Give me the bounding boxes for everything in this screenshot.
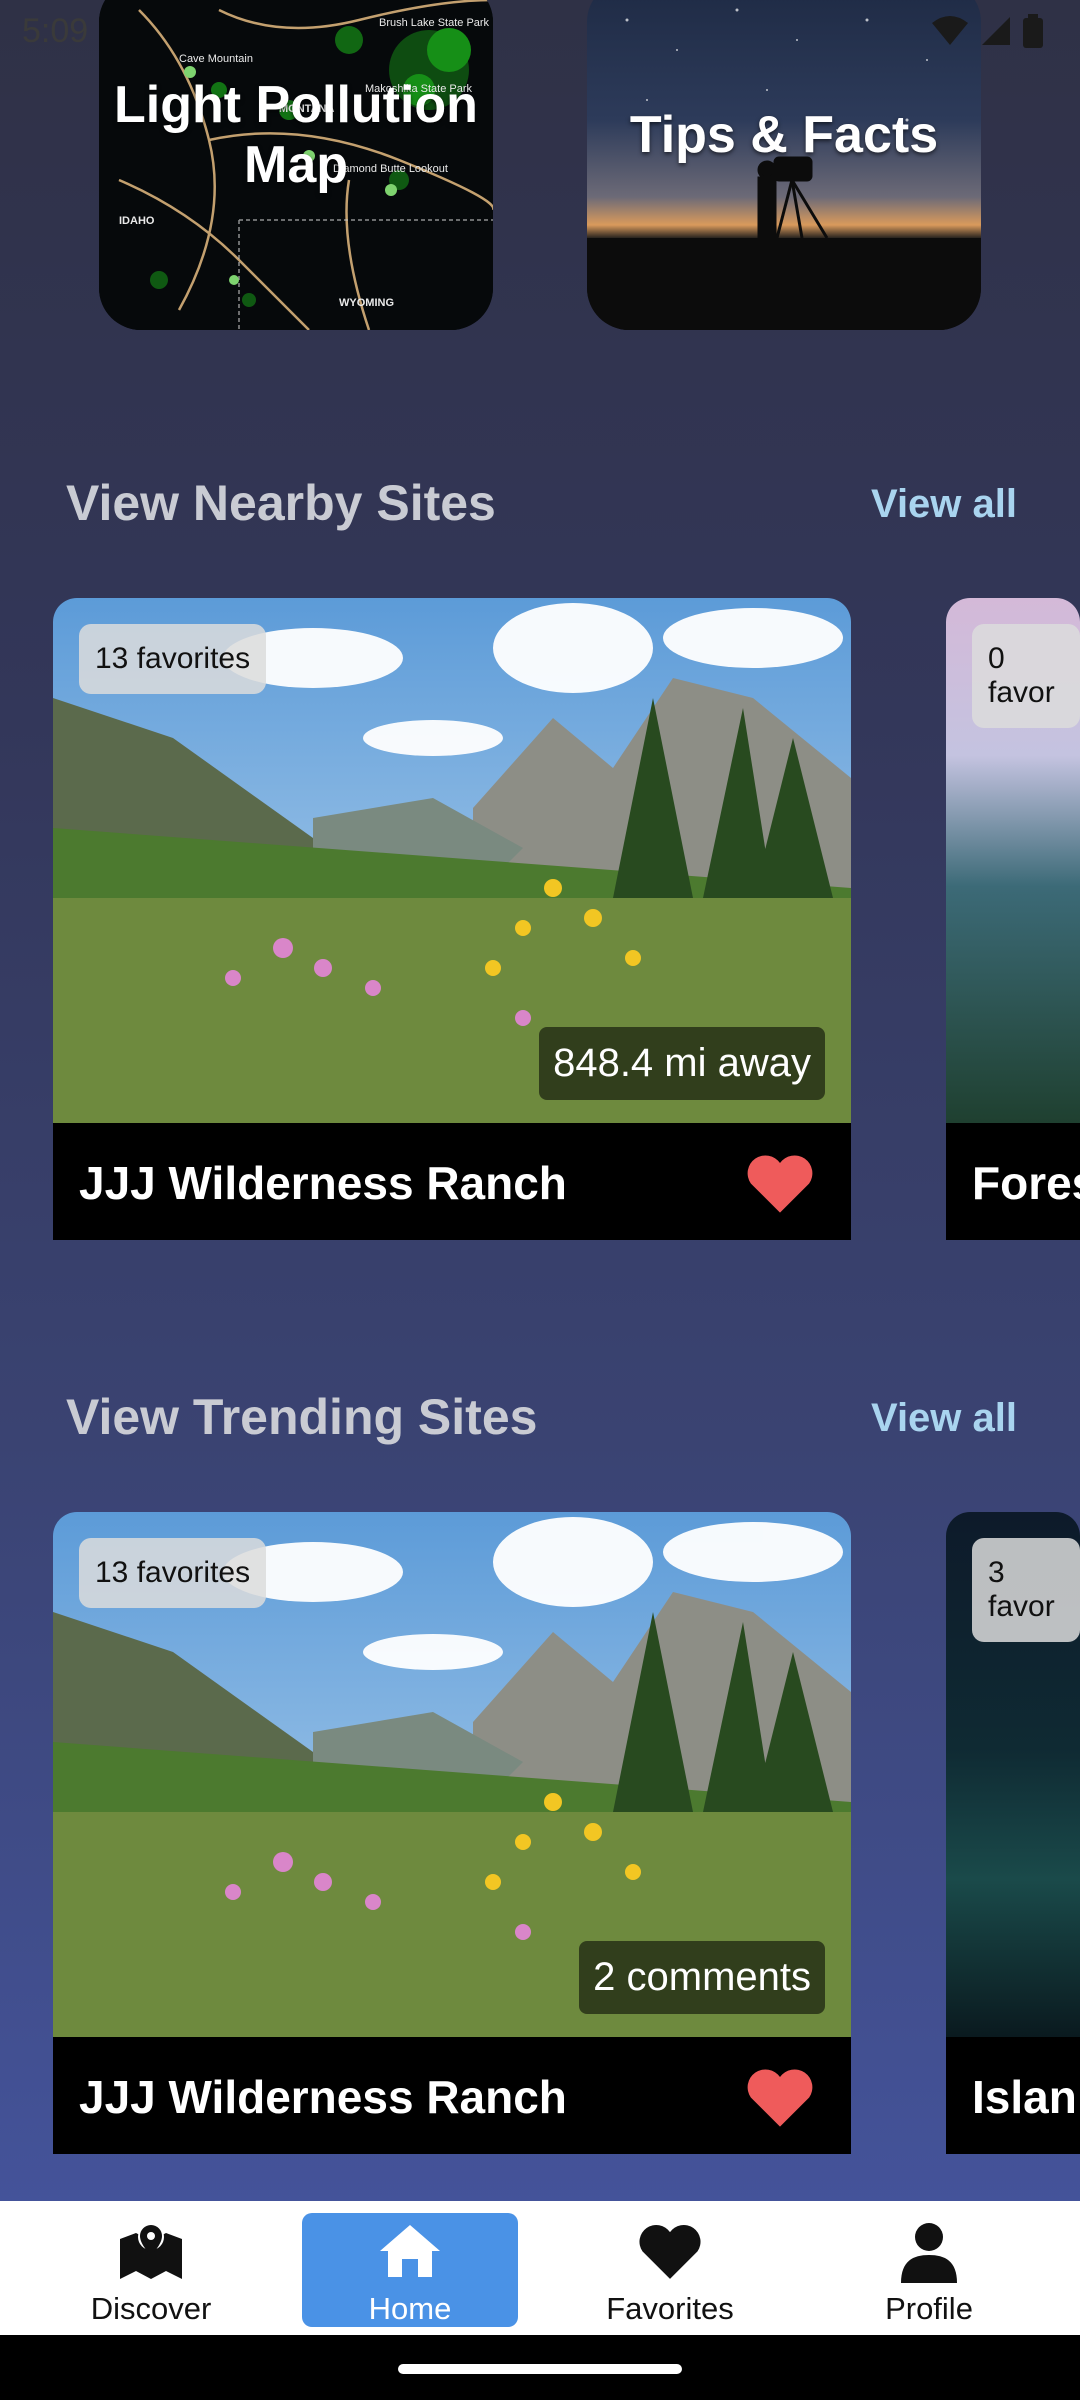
nav-label: Profile xyxy=(885,2291,973,2326)
heart-icon xyxy=(639,2224,701,2279)
tile-title: Light Pollution Map xyxy=(114,76,478,194)
card-footer: JJJ Wilderness Ranch xyxy=(53,1123,851,1240)
site-name: JJJ Wilderness Ranch xyxy=(79,2071,567,2123)
nav-favorites[interactable]: Favorites xyxy=(562,2213,778,2327)
trending-site-card[interactable]: 13 favorites 2 comments JJJ Wilderness R… xyxy=(53,1512,851,2154)
status-bar: 5:09 xyxy=(0,0,1080,64)
favorites-count-badge: 13 favorites xyxy=(79,1538,267,1608)
nearby-view-all-link[interactable]: View all xyxy=(871,482,1017,527)
map-icon xyxy=(120,2224,182,2279)
site-name: JJJ Wilderness Ranch xyxy=(79,1157,567,1209)
person-icon xyxy=(901,2223,957,2283)
distance-badge: 848.4 mi away xyxy=(539,1027,825,1100)
status-icons xyxy=(930,14,1044,48)
tile-title: Tips & Facts xyxy=(629,106,939,164)
card-footer: JJJ Wilderness Ranch xyxy=(53,2037,851,2154)
home-gesture-handle[interactable] xyxy=(398,2364,682,2374)
heart-icon[interactable] xyxy=(745,1151,815,1213)
nav-label: Home xyxy=(368,2291,452,2326)
site-name: Fores xyxy=(972,1157,1080,1209)
favorites-count-badge: 3 favor xyxy=(972,1538,1080,1642)
nearby-site-card[interactable]: 13 favorites 848.4 mi away JJJ Wildernes… xyxy=(53,598,851,1240)
map-label: IDAHO xyxy=(119,215,155,227)
signal-icon xyxy=(982,17,1010,45)
nearby-site-card[interactable]: 0 favor Fores xyxy=(946,598,1080,1240)
nav-discover[interactable]: Discover xyxy=(43,2213,259,2327)
nav-profile[interactable]: Profile xyxy=(821,2213,1037,2327)
nav-label: Discover xyxy=(90,2291,212,2326)
nav-label: Favorites xyxy=(606,2291,734,2326)
battery-icon xyxy=(1023,14,1043,48)
comments-badge: 2 comments xyxy=(579,1941,825,2014)
site-name: Islan xyxy=(972,2071,1077,2123)
nav-home[interactable]: Home xyxy=(302,2213,518,2327)
favorites-count-badge: 13 favorites xyxy=(79,624,267,694)
status-time: 5:09 xyxy=(22,12,89,50)
nearby-section-title: View Nearby Sites xyxy=(66,475,496,531)
card-footer: Islan xyxy=(946,2037,1080,2154)
trending-site-card[interactable]: 3 favor Islan xyxy=(946,1512,1080,2154)
wifi-icon xyxy=(932,16,968,45)
map-label: WYOMING xyxy=(339,297,394,309)
favorites-count-badge: 0 favor xyxy=(972,624,1080,728)
card-footer: Fores xyxy=(946,1123,1080,1240)
bottom-navigation: Discover Home Favorites Profile xyxy=(0,2201,1080,2335)
heart-icon[interactable] xyxy=(745,2065,815,2127)
home-icon xyxy=(380,2225,440,2277)
trending-section-title: View Trending Sites xyxy=(66,1389,538,1445)
trending-view-all-link[interactable]: View all xyxy=(871,1396,1017,1441)
